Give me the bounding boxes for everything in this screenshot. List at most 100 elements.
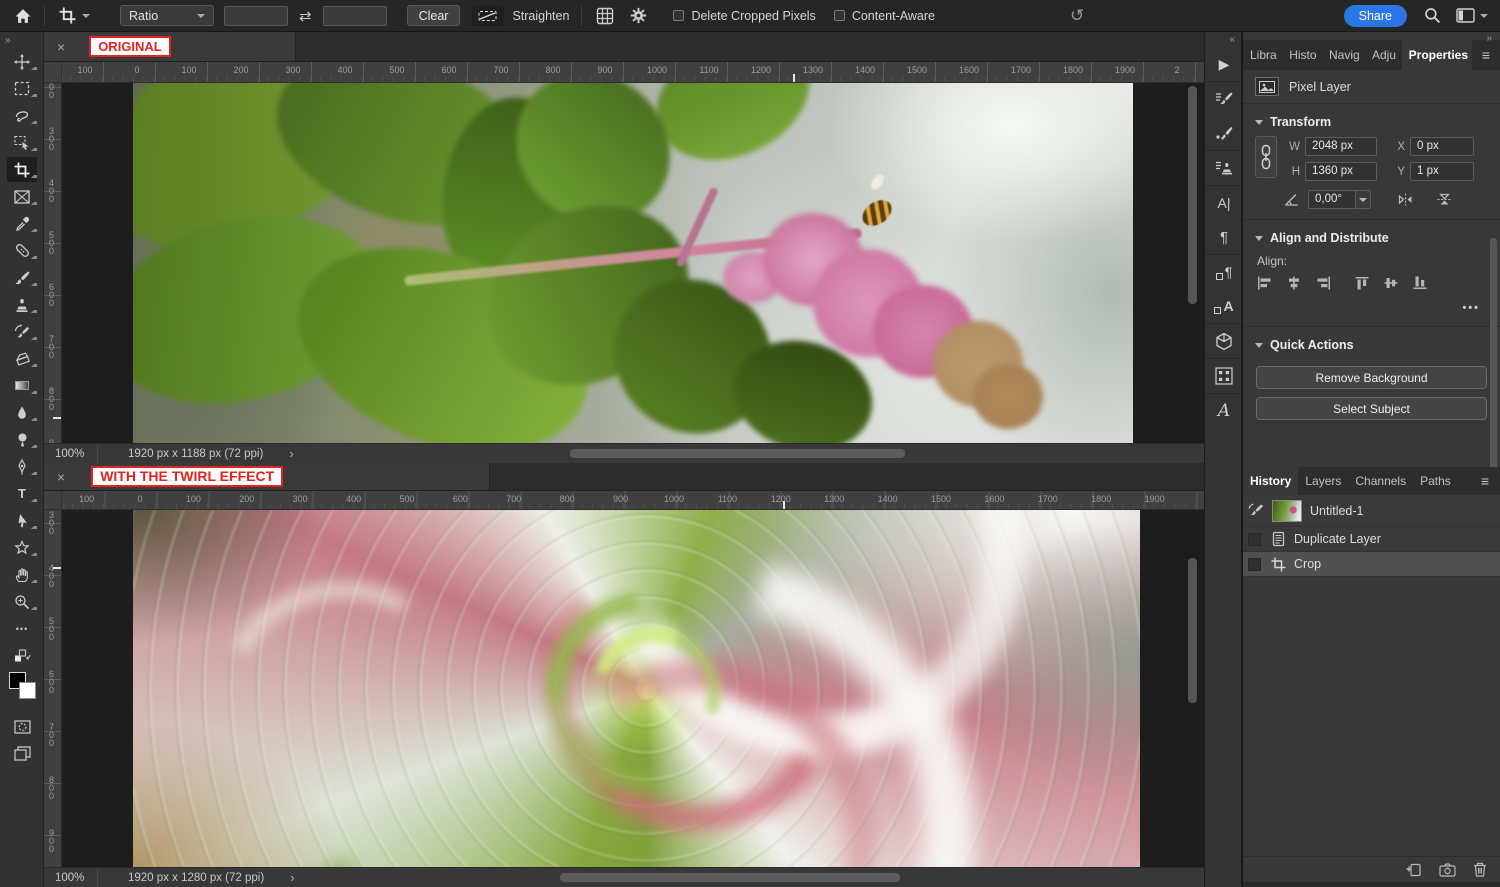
align-more-icon[interactable]: ••• xyxy=(1243,292,1500,316)
panel-menu-icon[interactable]: ≡ xyxy=(1472,40,1500,70)
transform-section-header[interactable]: Transform xyxy=(1243,104,1500,136)
screen-mode-icon[interactable] xyxy=(0,740,44,767)
doc1-vertical-scrollbar[interactable] xyxy=(1188,86,1197,304)
blur-tool[interactable] xyxy=(0,399,44,426)
quick-actions-header[interactable]: Quick Actions xyxy=(1243,327,1500,359)
lasso-tool[interactable] xyxy=(0,102,44,129)
history-brush-source-icon[interactable] xyxy=(1248,503,1264,518)
crop-options-gear-icon[interactable] xyxy=(630,7,647,24)
panel-menu-icon[interactable]: ≡ xyxy=(1470,467,1500,495)
path-selection-tool[interactable] xyxy=(0,507,44,534)
move-tool[interactable] xyxy=(0,48,44,75)
history-step-row-selected[interactable]: Crop xyxy=(1243,552,1500,577)
collapse-panels-icon[interactable]: « xyxy=(1205,32,1241,47)
marquee-tool[interactable] xyxy=(0,75,44,102)
dodge-tool[interactable] xyxy=(0,426,44,453)
ratio-height-input[interactable] xyxy=(323,6,387,26)
tab-adjustments[interactable]: Adju xyxy=(1365,40,1402,70)
background-color-swatch[interactable] xyxy=(19,682,36,699)
history-step-row[interactable]: Duplicate Layer xyxy=(1243,527,1500,552)
x-input[interactable]: 0 px xyxy=(1410,137,1474,156)
tab-history[interactable]: History xyxy=(1243,467,1298,495)
edit-toolbar-ellipsis-icon[interactable]: ••• xyxy=(0,615,44,642)
eraser-tool[interactable] xyxy=(0,345,44,372)
align-top-icon[interactable] xyxy=(1355,276,1371,290)
select-subject-button[interactable]: Select Subject xyxy=(1256,397,1487,420)
tab-paths[interactable]: Paths xyxy=(1413,467,1458,495)
clone-stamp-tool[interactable] xyxy=(0,291,44,318)
history-snapshot-row[interactable]: Untitled-1 xyxy=(1243,495,1500,527)
brushes-panel-icon[interactable] xyxy=(1205,116,1243,150)
reset-icon[interactable]: ↺ xyxy=(1070,6,1084,26)
healing-brush-tool[interactable] xyxy=(0,237,44,264)
align-right-icon[interactable] xyxy=(1315,276,1331,290)
align-section-header[interactable]: Align and Distribute xyxy=(1243,220,1500,252)
doc1-image[interactable] xyxy=(133,83,1133,443)
quick-mask-icon[interactable] xyxy=(0,713,44,740)
doc2-image[interactable] xyxy=(133,510,1140,867)
share-button[interactable]: Share xyxy=(1344,5,1407,27)
object-selection-tool[interactable] xyxy=(0,129,44,156)
new-snapshot-camera-icon[interactable] xyxy=(1439,863,1456,877)
align-left-icon[interactable] xyxy=(1257,276,1273,290)
tab-histogram[interactable]: Histo xyxy=(1282,40,1322,70)
tab-libraries[interactable]: Libra xyxy=(1243,40,1282,70)
doc2-tab[interactable]: × WITH THE TWIRL EFFECT xyxy=(44,463,490,490)
doc2-zoom-level[interactable]: 100% xyxy=(44,868,98,887)
brush-tool[interactable] xyxy=(0,264,44,291)
character-panel-icon[interactable]: A| xyxy=(1205,186,1243,220)
ratio-width-input[interactable] xyxy=(224,6,288,26)
straighten-icon[interactable] xyxy=(472,6,504,26)
zoom-tool[interactable] xyxy=(0,588,44,615)
crop-tool[interactable] xyxy=(0,156,44,183)
tab-channels[interactable]: Channels xyxy=(1348,467,1413,495)
paragraph-panel-icon[interactable]: ¶ xyxy=(1205,220,1243,254)
new-document-from-state-icon[interactable] xyxy=(1405,862,1422,877)
history-brush-tool[interactable] xyxy=(0,318,44,345)
custom-shape-tool[interactable] xyxy=(0,534,44,561)
width-input[interactable]: 2048 px xyxy=(1305,137,1377,156)
content-aware-checkbox[interactable]: Content-Aware xyxy=(834,9,935,23)
tab-properties[interactable]: Properties xyxy=(1402,40,1472,70)
patterns-panel-icon[interactable] xyxy=(1205,359,1243,393)
history-source-well[interactable] xyxy=(1248,558,1261,571)
status-chevron-icon[interactable]: › xyxy=(290,870,294,885)
type-tool[interactable]: T xyxy=(0,480,44,507)
clear-button[interactable]: Clear xyxy=(407,5,461,26)
pen-tool[interactable] xyxy=(0,453,44,480)
tab-layers[interactable]: Layers xyxy=(1298,467,1348,495)
crop-tool-icon[interactable] xyxy=(59,7,90,24)
ratio-select[interactable]: Ratio xyxy=(120,5,214,26)
doc1-canvas[interactable]: 200300400500600700800900 xyxy=(44,83,1204,443)
doc1-zoom-level[interactable]: 100% xyxy=(44,444,98,463)
doc2-canvas[interactable]: 300400500600700800900 xyxy=(44,510,1204,867)
rotation-angle-input[interactable]: 0,00° xyxy=(1308,190,1371,209)
chevron-down-icon[interactable] xyxy=(1355,190,1371,209)
character-styles-panel-icon[interactable]: A xyxy=(1205,289,1243,323)
close-icon[interactable]: × xyxy=(57,39,65,55)
align-center-horizontal-icon[interactable] xyxy=(1286,276,1302,290)
doc2-horizontal-scrollbar[interactable] xyxy=(560,873,900,882)
close-icon[interactable]: × xyxy=(57,469,65,485)
brush-settings-panel-icon[interactable] xyxy=(1205,82,1243,116)
link-dimensions-icon[interactable] xyxy=(1255,136,1277,178)
foreground-background-colors[interactable] xyxy=(0,669,44,707)
angle-value[interactable]: 0,00° xyxy=(1308,190,1355,209)
history-source-well[interactable] xyxy=(1248,533,1261,546)
delete-cropped-pixels-checkbox[interactable]: Delete Cropped Pixels xyxy=(673,9,815,23)
clone-source-panel-icon[interactable] xyxy=(1205,151,1243,185)
expand-toolbar-icon[interactable]: » xyxy=(0,32,43,48)
status-chevron-icon[interactable]: › xyxy=(289,446,293,461)
hand-tool[interactable] xyxy=(0,561,44,588)
align-center-vertical-icon[interactable] xyxy=(1384,276,1400,290)
materials-panel-icon[interactable] xyxy=(1205,324,1243,358)
workspace-icon[interactable] xyxy=(1456,8,1488,23)
search-icon[interactable] xyxy=(1424,7,1441,24)
home-icon[interactable] xyxy=(14,8,32,24)
eyedropper-tool[interactable] xyxy=(0,210,44,237)
flip-vertical-icon[interactable] xyxy=(1436,192,1453,207)
remove-background-button[interactable]: Remove Background xyxy=(1256,366,1487,389)
swap-colors-icon[interactable] xyxy=(0,642,44,669)
doc1-horizontal-scrollbar[interactable] xyxy=(570,449,905,458)
tab-navigator[interactable]: Navig xyxy=(1322,40,1365,70)
